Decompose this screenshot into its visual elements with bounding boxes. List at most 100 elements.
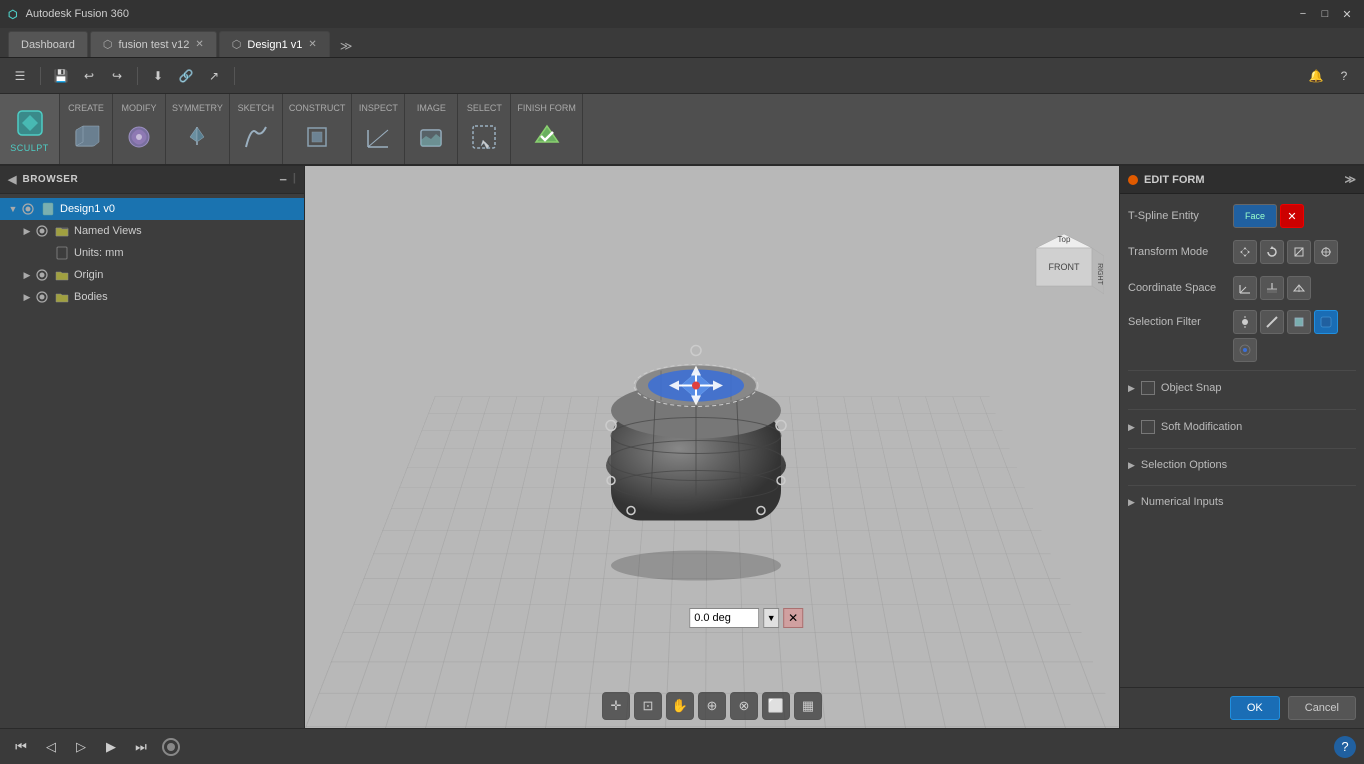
- tab-bar: Dashboard ⬡ fusion test v12 ✕ ⬡ Design1 …: [0, 28, 1364, 58]
- nav-zoom-button[interactable]: ⊕: [698, 692, 726, 720]
- object-snap-checkbox[interactable]: [1141, 381, 1155, 395]
- coord-view-button[interactable]: [1287, 276, 1311, 300]
- tab-dashboard-label: Dashboard: [21, 39, 75, 51]
- select-button[interactable]: [464, 117, 504, 155]
- tspline-face-button[interactable]: Face: [1233, 204, 1277, 228]
- tspline-clear-button[interactable]: ✕: [1280, 204, 1304, 228]
- view-cube[interactable]: FRONT Top RIGHT: [1024, 226, 1104, 309]
- modify-button[interactable]: [119, 117, 159, 155]
- playback-prev-button[interactable]: ◁: [38, 734, 64, 760]
- tree-label-bodies: Bodies: [74, 291, 108, 303]
- tab-design1[interactable]: ⬡ Design1 v1 ✕: [219, 31, 330, 57]
- minimize-button[interactable]: −: [1294, 5, 1312, 23]
- ef-section-header-soft-mod[interactable]: ▶ Soft Modification: [1128, 416, 1356, 438]
- visibility-icon-origin[interactable]: [34, 267, 50, 283]
- symmetry-button[interactable]: [177, 117, 217, 155]
- ef-section-header-selection-options[interactable]: ▶ Selection Options: [1128, 455, 1356, 475]
- visibility-icon-bodies[interactable]: [34, 289, 50, 305]
- restore-button[interactable]: □: [1316, 5, 1334, 23]
- filter-face-button[interactable]: [1287, 310, 1311, 334]
- svg-text:RIGHT: RIGHT: [1096, 263, 1103, 286]
- tree-item-bodies[interactable]: ▶ Bodies: [0, 286, 304, 308]
- tab-fusion-test-close[interactable]: ✕: [195, 39, 203, 50]
- create-box-button[interactable]: [66, 117, 106, 155]
- nav-pan-button[interactable]: ✋: [666, 692, 694, 720]
- nav-look-button[interactable]: ⊡: [634, 692, 662, 720]
- image-button[interactable]: [411, 117, 451, 155]
- tree-arrow-bodies[interactable]: ▶: [20, 290, 34, 304]
- browser-collapse-icon[interactable]: −: [279, 172, 287, 187]
- transform-all-button[interactable]: [1314, 240, 1338, 264]
- nav-fit-button[interactable]: ⊗: [730, 692, 758, 720]
- create-section-label: CREATE: [68, 103, 104, 113]
- playback-start-button[interactable]: ⏮: [8, 734, 34, 760]
- transform-rotate-button[interactable]: [1260, 240, 1284, 264]
- symmetry-icon: [181, 121, 213, 153]
- help-button[interactable]: ?: [1332, 64, 1356, 88]
- finish-form-button[interactable]: [527, 117, 567, 155]
- playback-play-button[interactable]: ▷: [68, 734, 94, 760]
- filter-body-button[interactable]: [1314, 310, 1338, 334]
- ef-section-header-object-snap[interactable]: ▶ Object Snap: [1128, 377, 1356, 399]
- help-circle-button[interactable]: ?: [1334, 736, 1356, 758]
- filter-extra-button[interactable]: [1233, 338, 1257, 362]
- visibility-icon-named-views[interactable]: [34, 223, 50, 239]
- tab-expand-icon[interactable]: ≫: [332, 35, 361, 57]
- svg-text:Top: Top: [1058, 235, 1071, 244]
- ribbon-create: CREATE: [60, 94, 113, 164]
- filter-vertex-button[interactable]: [1233, 310, 1257, 334]
- close-button[interactable]: ✕: [1338, 5, 1356, 23]
- notification-button[interactable]: 🔔: [1304, 64, 1328, 88]
- ribbon-inspect: INSPECT: [352, 94, 405, 164]
- cancel-button[interactable]: Cancel: [1288, 696, 1356, 720]
- share-button[interactable]: ↗: [202, 64, 226, 88]
- menu-button[interactable]: ☰: [8, 64, 32, 88]
- browser-back-icon[interactable]: ◀: [8, 173, 16, 186]
- link-button[interactable]: 🔗: [174, 64, 198, 88]
- transform-move-button[interactable]: [1233, 240, 1257, 264]
- construct-button[interactable]: [297, 117, 337, 155]
- tab-dashboard[interactable]: Dashboard: [8, 31, 88, 57]
- save-button[interactable]: 💾: [49, 64, 73, 88]
- finish-form-section-label: FINISH FORM: [517, 103, 576, 113]
- tab-design1-close[interactable]: ✕: [308, 39, 316, 50]
- ef-expand-icon[interactable]: ≫: [1344, 173, 1356, 186]
- download-button[interactable]: ⬇: [146, 64, 170, 88]
- redo-button[interactable]: ↪: [105, 64, 129, 88]
- ef-body: T-Spline Entity Face ✕ Transform Mode: [1120, 194, 1364, 687]
- sketch-button[interactable]: [236, 117, 276, 155]
- tree-arrow-named-views[interactable]: ▶: [20, 224, 34, 238]
- nav-orbit-button[interactable]: ✛: [602, 692, 630, 720]
- doc-icon: [40, 201, 56, 217]
- nav-view-button[interactable]: ⬜: [762, 692, 790, 720]
- ef-section-object-snap: ▶ Object Snap: [1128, 370, 1356, 405]
- coord-world-button[interactable]: [1233, 276, 1257, 300]
- angle-dropdown-button[interactable]: ▼: [763, 608, 779, 628]
- ok-button[interactable]: OK: [1230, 696, 1280, 720]
- nav-grid-button[interactable]: ▦: [794, 692, 822, 720]
- tree-arrow-origin[interactable]: ▶: [20, 268, 34, 282]
- filter-edge-button[interactable]: [1260, 310, 1284, 334]
- soft-mod-checkbox[interactable]: [1141, 420, 1155, 434]
- tree-arrow-design1[interactable]: ▼: [6, 202, 20, 216]
- transform-scale-button[interactable]: [1287, 240, 1311, 264]
- tree-item-units[interactable]: ▶ Units: mm: [0, 242, 304, 264]
- tree-item-named-views[interactable]: ▶ Named Views: [0, 220, 304, 242]
- visibility-icon-design1[interactable]: [20, 201, 36, 217]
- ef-section-soft-mod: ▶ Soft Modification: [1128, 409, 1356, 444]
- tree-item-design1[interactable]: ▼ Design1 v0: [0, 198, 304, 220]
- angle-field[interactable]: [689, 608, 759, 628]
- tree-item-origin[interactable]: ▶ Origin: [0, 264, 304, 286]
- ribbon-section-sculpt[interactable]: SCULPT: [0, 94, 60, 164]
- coord-local-button[interactable]: [1260, 276, 1284, 300]
- construct-icon: [301, 121, 333, 153]
- playback-next-button[interactable]: ▶: [98, 734, 124, 760]
- undo-button[interactable]: ↩: [77, 64, 101, 88]
- tab-fusion-test[interactable]: ⬡ fusion test v12 ✕: [90, 31, 217, 57]
- inspect-button[interactable]: [358, 117, 398, 155]
- edit-form-header: EDIT FORM ≫: [1120, 166, 1364, 194]
- angle-reset-button[interactable]: ✕: [783, 608, 803, 628]
- browser-separator: |: [293, 172, 296, 187]
- playback-end-button[interactable]: ⏭: [128, 734, 154, 760]
- ef-section-header-numerical-inputs[interactable]: ▶ Numerical Inputs: [1128, 492, 1356, 512]
